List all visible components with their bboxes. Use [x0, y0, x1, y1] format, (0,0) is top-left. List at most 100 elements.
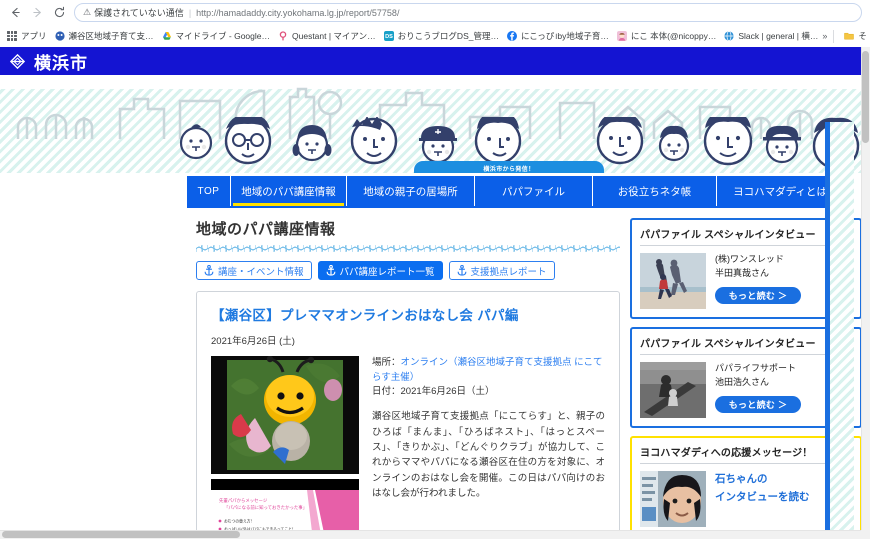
nav-item-useful-notes[interactable]: お役立ちネタ帳	[593, 176, 717, 206]
subnav-button-events[interactable]: 講座・イベント情報	[196, 261, 312, 280]
bookmark-item-6[interactable]: にこ 本体(@nicoppy…	[613, 27, 720, 45]
subnav-button-report-list[interactable]: パパ講座レポート一覧	[317, 261, 443, 280]
knitted-bee-photo	[211, 356, 359, 474]
slack-globe-icon	[724, 31, 734, 41]
article-text: 場所：オンライン（瀬谷区地域子育て支援拠点 にこてらす主催） 日付：2021年6…	[372, 356, 605, 539]
main-column: 地域のパパ講座情報 講座・イベント情報 パパ講座レポート一覧 支援拠点レポート	[196, 218, 620, 539]
nav-item-papa-file[interactable]: パパファイル	[475, 176, 593, 206]
apps-grid-icon	[7, 31, 17, 41]
svg-text:先輩パパからメッセージ: 先輩パパからメッセージ	[219, 497, 268, 504]
page-content: 地域のパパ講座情報 講座・イベント情報 パパ講座レポート一覧 支援拠点レポート	[0, 208, 862, 539]
read-more-button[interactable]: もっと読む ＞	[715, 287, 801, 304]
article-date: 2021年6月26日 (土)	[211, 336, 295, 347]
vertical-scrollbar[interactable]	[861, 47, 870, 530]
scrollbar-corner	[861, 530, 870, 539]
global-nav: TOP 地域のパパ講座情報 地域の親子の居場所 パパファイル お役立ちネタ帳 ヨ…	[187, 176, 845, 206]
read-more-button[interactable]: もっと読む ＞	[715, 396, 801, 413]
browser-chrome: ⚠ 保護されていない通信 | http://hamadaddy.city.yok…	[0, 0, 870, 47]
subnav-button-support-report[interactable]: 支援拠点レポート	[448, 261, 555, 280]
anchor-icon	[326, 265, 335, 276]
bookmark-item-4[interactable]: DS おりこうブログDS_管理…	[380, 27, 503, 45]
back-arrow-icon[interactable]	[4, 2, 26, 24]
bookmark-label: Slack | general | 横…	[738, 31, 819, 41]
questant-icon	[279, 31, 287, 41]
omnibox-row: ⚠ 保護されていない通信 | http://hamadaddy.city.yok…	[0, 0, 870, 25]
folder-icon	[844, 32, 855, 40]
bookmark-item-3[interactable]: Questant | マイアン…	[274, 27, 380, 45]
bookmark-item-1[interactable]: 瀬谷区地域子育て支…	[51, 27, 158, 45]
anchor-icon	[457, 265, 466, 276]
yokohama-city-bar: 横浜市	[0, 47, 862, 75]
reload-icon[interactable]	[48, 2, 70, 24]
bookmark-label: 瀬谷区地域子育て支…	[68, 31, 154, 41]
horizontal-scrollbar[interactable]	[0, 530, 861, 539]
bookmark-item-2[interactable]: マイドライブ - Google…	[158, 27, 274, 45]
ds-icon: DS	[383, 31, 394, 41]
bookmark-item-5[interactable]: にこっぴ।by地域子育…	[503, 27, 613, 45]
forward-arrow-icon[interactable]	[26, 2, 48, 24]
facebook-icon	[506, 31, 517, 41]
bookmarks-overflow-area: » そ	[822, 27, 869, 45]
nav-label: パパファイル	[502, 185, 565, 198]
address-bar[interactable]: ⚠ 保護されていない通信 | http://hamadaddy.city.yok…	[74, 3, 862, 22]
yokohama-city-logo-icon	[9, 53, 26, 69]
bookmarks-divider	[833, 29, 835, 43]
subnav-label: 支援拠点レポート	[470, 266, 547, 278]
security-status-text: 保護されていない通信	[94, 8, 184, 18]
bookmark-label: にこっぴ।by地域子育…	[520, 31, 609, 41]
bookmark-label: にこ 本体(@nicoppy…	[630, 31, 717, 41]
title-wavy-underline	[196, 245, 620, 252]
card-body: (株)ワンスレッド 半田真哉さん もっと読む ＞	[640, 253, 852, 309]
bookmark-label: おりこうブログDS_管理…	[397, 31, 499, 41]
nav-item-papa-course-info[interactable]: 地域のパパ講座情報	[231, 176, 347, 206]
svg-text:DS: DS	[385, 34, 393, 40]
page-right-blue-bar	[825, 122, 830, 539]
bookmark-label: マイドライブ - Google…	[175, 31, 270, 41]
bookmarks-overflow-button[interactable]: »	[822, 31, 827, 41]
article-card: 【瀬谷区】プレママオンラインおはなし会 パパ編 2021年6月26日 (土) 先…	[196, 291, 620, 539]
place-link[interactable]: オンライン（瀬谷区地域子育て支援拠点 にこてらす主催）	[372, 357, 602, 383]
card-heading: パパファイル スペシャルインタビュー	[640, 335, 852, 355]
site-favicon-icon	[54, 31, 65, 41]
subnav-label: パパ講座レポート一覧	[339, 266, 435, 278]
browser-window: ⚠ 保護されていない通信 | http://hamadaddy.city.yok…	[0, 0, 870, 539]
nav-label: 地域のパパ講座情報	[241, 185, 336, 198]
date-value: 2021年6月26日（土）	[400, 386, 495, 398]
bookmark-item-7[interactable]: Slack | general | 横…	[720, 27, 822, 45]
article-figures: 先輩パパからメッセージ 「パパになる前に知っておきたかった事」 おむつの替え方！…	[211, 356, 359, 539]
page-title: 地域のパパ講座情報	[196, 221, 336, 238]
not-secure-warning-icon: ⚠	[83, 7, 92, 17]
bookmarks-bar: アプリ 瀬谷区地域子育て支… マイドライブ - Google… Questant…	[0, 25, 870, 47]
nav-item-parent-child-places[interactable]: 地域の親子の居場所	[347, 176, 475, 206]
nav-label: ヨコハマダディとは	[733, 185, 827, 198]
other-bookmarks-button[interactable]: そ	[840, 27, 867, 45]
page-right-edge-stripes	[830, 122, 854, 539]
web-page: 横浜市 横浜市から発信！ TOP 地域のパパ講座情報 地域の親子の居場所 パパフ…	[0, 47, 862, 539]
article-photo-bee	[211, 356, 359, 474]
google-drive-icon	[162, 32, 171, 40]
logo-tagline-line1: 横浜市から発信！	[483, 167, 535, 173]
nav-item-top[interactable]: TOP	[187, 176, 231, 206]
anchor-icon	[204, 265, 214, 276]
other-bookmarks-label: そ	[858, 31, 867, 41]
card-heading: ヨコハマダディへの応援メッセージ！	[640, 444, 852, 464]
site-logo-speech-bubble[interactable]: 横浜市から発信！ パパ育児をおもしろ楽しくするサイト ヨコハマダディ	[414, 161, 604, 173]
profile-avatar-icon	[616, 31, 627, 41]
date-label: 日付：	[372, 386, 401, 398]
article-body: 先輩パパからメッセージ 「パパになる前に知っておきたかった事」 おむつの替え方！…	[211, 356, 605, 539]
vertical-scrollbar-thumb[interactable]	[862, 51, 869, 143]
nav-label: お役立ちネタ帳	[617, 185, 692, 198]
svg-text:おむつの替え方！: おむつの替え方！	[224, 519, 254, 524]
subnav-label: 講座・イベント情報	[218, 266, 304, 278]
site-header-banner: 横浜市から発信！ パパ育児をおもしろ楽しくするサイト ヨコハマダディ	[0, 75, 862, 173]
article-paragraph: 瀬谷区地域子育て支援拠点「にこてらす」と、親子のひろば「まんま」、「ひろばネスト…	[372, 411, 605, 500]
card-thumbnail-slide-park	[640, 362, 706, 418]
bookmark-label: Questant | マイアン…	[292, 31, 376, 41]
url-text: http://hamadaddy.city.yokohama.lg.jp/rep…	[196, 7, 400, 18]
place-label: 場所：	[372, 357, 401, 368]
bookmark-item-apps[interactable]: アプリ	[3, 27, 51, 45]
svg-text:「パパになる前に知っておきたかった事」: 「パパになる前に知っておきたかった事」	[224, 504, 307, 511]
sub-nav: 講座・イベント情報 パパ講座レポート一覧 支援拠点レポート	[196, 261, 620, 280]
article-title[interactable]: 【瀬谷区】プレママオンラインおはなし会 パパ編	[211, 304, 605, 324]
horizontal-scrollbar-thumb[interactable]	[2, 531, 240, 538]
